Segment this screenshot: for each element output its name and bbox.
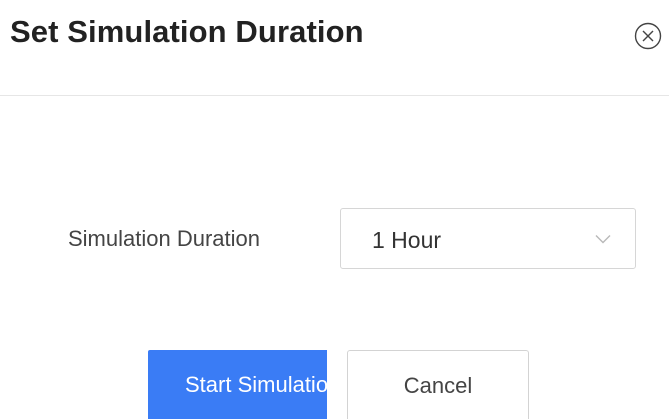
- start-simulation-label: Start Simulation: [185, 372, 327, 397]
- selected-duration-value: 1 Hour: [372, 227, 442, 253]
- close-button[interactable]: [634, 22, 662, 50]
- dialog-title: Set Simulation Duration: [10, 14, 364, 49]
- dialog-header: Set Simulation Duration: [0, 0, 669, 96]
- cancel-button[interactable]: Cancel: [347, 350, 529, 419]
- start-simulation-button[interactable]: Start Simulation: [148, 350, 327, 419]
- simulation-duration-select[interactable]: 1 Hour: [340, 208, 636, 269]
- simulation-duration-label: Simulation Duration: [68, 226, 260, 251]
- chevron-down-icon: [595, 234, 611, 244]
- cancel-label: Cancel: [403, 373, 473, 398]
- close-circle-icon: [634, 22, 662, 50]
- simulation-duration-dialog: Set Simulation Duration Simulation Durat…: [0, 0, 669, 419]
